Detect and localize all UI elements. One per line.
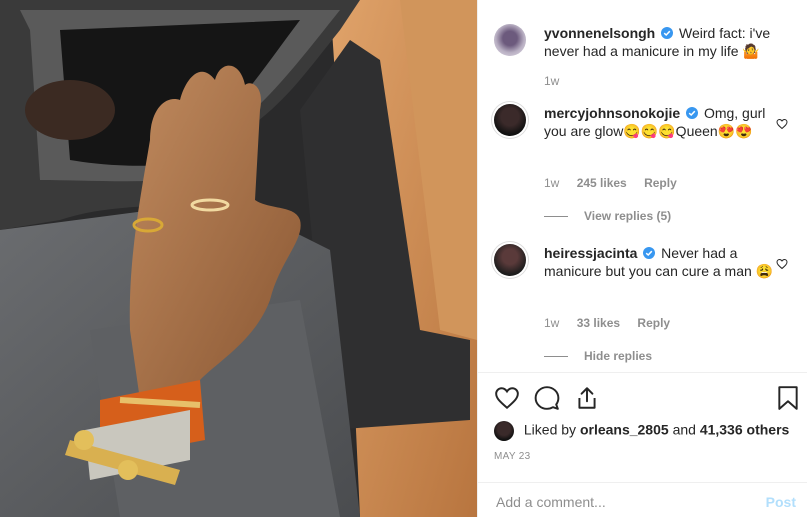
liked-by-and: and	[672, 421, 696, 438]
likes-count-button[interactable]: 41,336 others	[700, 422, 790, 438]
replies-divider-line	[544, 216, 568, 218]
verified-badge-icon	[643, 247, 656, 259]
comments-panel: yvonnenelsongh Weird fact: i've never ha…	[477, 0, 807, 517]
comment-likes[interactable]: 33 likes	[577, 316, 620, 330]
comment-meta: 1w 245 likes Reply	[544, 176, 691, 190]
view-replies-label: View replies (5)	[584, 209, 672, 223]
caption-meta: 1w	[544, 74, 573, 88]
hide-replies-label: Hide replies	[584, 349, 653, 363]
bookmark-icon[interactable]	[775, 385, 801, 411]
comment-time[interactable]: 1w	[544, 316, 559, 330]
liked-by-prefix: Liked by	[523, 421, 577, 438]
comment-meta: 1w 33 likes Reply	[544, 316, 684, 330]
comment-text-block: mercyjohnsonokojie Omg, gurl you are glo…	[544, 104, 774, 140]
add-comment-bar: Post	[478, 482, 807, 519]
heart-icon[interactable]	[494, 385, 520, 411]
post-photo[interactable]	[0, 0, 477, 517]
comment-username[interactable]: mercyjohnsonokojie	[544, 105, 680, 121]
reply-button[interactable]: Reply	[637, 316, 670, 330]
comment-likes[interactable]: 245 likes	[577, 176, 627, 190]
like-comment-heart-icon[interactable]	[776, 258, 788, 270]
liker-avatar[interactable]	[494, 421, 514, 441]
post-actions: Liked by orleans_2805 and 41,336 others …	[478, 372, 807, 518]
avatar[interactable]	[494, 244, 526, 276]
comment-time[interactable]: 1w	[544, 176, 559, 190]
caption-text-block: yvonnenelsongh Weird fact: i've never ha…	[544, 24, 774, 60]
post-comment-button[interactable]: Post	[766, 494, 796, 510]
like-comment-heart-icon[interactable]	[776, 118, 788, 130]
comment-text-block: heiressjacinta Never had a manicure but …	[544, 244, 774, 280]
avatar[interactable]	[494, 24, 526, 56]
post-image	[0, 0, 477, 517]
comment-username[interactable]: heiressjacinta	[544, 245, 637, 261]
likes-summary: Liked by orleans_2805 and 41,336 others	[494, 421, 789, 441]
verified-badge-icon	[686, 107, 699, 119]
reply-button[interactable]: Reply	[644, 176, 677, 190]
comments-list[interactable]: yvonnenelsongh Weird fact: i've never ha…	[478, 0, 807, 372]
liker-username[interactable]: orleans_2805	[580, 422, 669, 438]
post-date[interactable]: MAY 23	[494, 451, 530, 462]
view-replies-button[interactable]: View replies (5)	[544, 209, 671, 223]
avatar[interactable]	[494, 104, 526, 136]
hide-replies-button[interactable]: Hide replies	[544, 349, 652, 363]
comment-icon[interactable]	[534, 385, 560, 411]
caption-username[interactable]: yvonnenelsongh	[544, 25, 655, 41]
verified-badge-icon	[661, 27, 674, 39]
replies-divider-line	[544, 356, 568, 358]
caption-time[interactable]: 1w	[544, 74, 559, 88]
share-icon[interactable]	[574, 385, 600, 411]
add-comment-input[interactable]	[494, 493, 748, 511]
